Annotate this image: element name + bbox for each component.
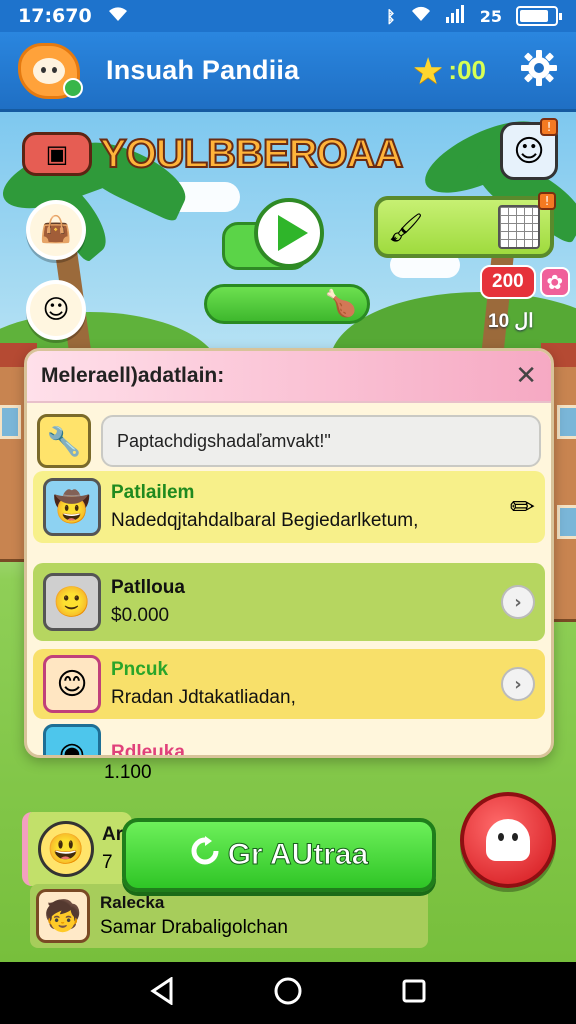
list-item[interactable]: ◉ Rdleuka — [33, 723, 545, 758]
brush-icon: 🖌 — [388, 210, 424, 244]
list-item-name: Ralecka — [100, 893, 165, 912]
pet-face-icon: ☺ — [42, 295, 70, 325]
list-item-desc: Samar Drabaligolchan — [100, 917, 288, 938]
cowboy-avatar-icon: 🤠 — [43, 478, 101, 536]
tools-card[interactable]: 🖌 — [374, 196, 554, 258]
tools-notification-badge: ! — [538, 192, 556, 210]
battery-icon — [516, 6, 562, 26]
counter-badge[interactable]: 200 ✿ — [480, 264, 570, 300]
settings-gear-icon[interactable] — [520, 49, 558, 93]
data-indicator: 25 — [479, 6, 502, 26]
list-item-value: 1.100 — [104, 762, 152, 783]
back-nav-icon[interactable] — [149, 976, 175, 1009]
status-time: 17:670 — [18, 5, 92, 27]
ghost-icon — [486, 819, 530, 861]
game-scene: ▣ YOULBBEROAA ☺ ! 👜 ☺ 🍗 🖌 ! 200 ✿ 10 ال … — [0, 112, 576, 962]
vibrate-icon: ᛔ — [386, 6, 396, 26]
list-item-desc: Nadedqjtahdalbaral Begiedarlketum, — [111, 510, 419, 531]
pet-button[interactable]: ☺ — [26, 280, 86, 340]
wifi-icon — [106, 5, 130, 28]
counter-value: 200 — [480, 265, 536, 299]
bag-icon: 👜 — [39, 215, 73, 245]
status-right: ᛔ 25 — [386, 5, 562, 27]
list-item[interactable]: 😃 Ar 7 — [22, 812, 132, 886]
small-label: 10 ال — [488, 311, 534, 332]
treasure-chest-button[interactable]: ▣ — [22, 132, 92, 176]
app-logo-icon[interactable] — [18, 42, 83, 99]
bag-button[interactable]: 👜 — [26, 200, 86, 260]
list-item[interactable]: 😊 Pncuk Rradan Jdtakatliadan, › — [33, 649, 545, 719]
list-item-name: Rdleuka — [111, 742, 185, 758]
game-title: YOULBBEROAA — [99, 131, 404, 177]
boy-avatar-icon: 🙂 — [43, 573, 101, 631]
list-item[interactable]: 🧒 Ralecka Samar Drabaligolchan — [30, 884, 428, 948]
coin-value: :00 — [448, 55, 486, 85]
cta-label: Gr AUtraa — [227, 838, 369, 872]
home-nav-icon[interactable] — [273, 976, 303, 1010]
chevron-right-icon[interactable]: › — [501, 585, 535, 619]
drumstick-icon: 🍗 — [324, 289, 357, 319]
star-icon: ★ — [413, 52, 443, 89]
list-item[interactable]: 🙂 Patlloua $0.000 › — [33, 563, 545, 641]
drumstick-button[interactable]: 🍗 — [204, 284, 370, 324]
list-item-name: Patlloua — [111, 577, 185, 598]
close-icon[interactable]: ✕ — [515, 361, 537, 391]
list-item-name: Patlailem — [111, 482, 195, 503]
kid-avatar-icon: 🧒 — [36, 889, 90, 943]
farmer-avatar-icon: 😃 — [38, 821, 94, 877]
modal-title: Meleraell)adatlain: — [41, 364, 225, 387]
calendar-icon — [498, 205, 540, 249]
notification-badge: ! — [540, 118, 558, 136]
app-title: Insuah Pandiia — [106, 55, 300, 85]
flower-icon: ✿ — [539, 267, 570, 297]
modal-header: Meleraell)adatlain: ✕ — [27, 351, 551, 403]
signal-icon — [445, 5, 466, 27]
list-item[interactable]: 🤠 Patlailem Nadedqjtahdalbaral Begiedarl… — [33, 471, 545, 543]
info-modal: Meleraell)adatlain: ✕ 🔧 Paptachdigshadaľ… — [24, 348, 554, 758]
girl-avatar-icon: 😊 — [43, 655, 101, 713]
wrench-icon[interactable]: 🔧 — [37, 414, 91, 468]
play-icon — [278, 215, 308, 251]
status-bar: 17:670 ᛔ 25 — [0, 0, 576, 32]
list-item-desc: 7 — [102, 852, 113, 873]
list-item-name: Ar — [102, 824, 124, 845]
recents-nav-icon[interactable] — [401, 978, 427, 1008]
play-button[interactable] — [254, 198, 324, 268]
wifi-icon-right — [410, 6, 432, 26]
app-header: Insuah Pandiia ★ :00 — [0, 32, 576, 112]
ghost-action-button[interactable] — [460, 792, 556, 888]
list-item-desc: Rradan Jdtakatliadan, — [111, 687, 296, 708]
camera-icon: ◉ — [43, 724, 101, 755]
system-nav-bar — [0, 962, 576, 1024]
chevron-right-icon[interactable]: › — [501, 667, 535, 701]
refresh-icon — [190, 836, 220, 874]
list-item-name: Pncuk — [111, 659, 169, 680]
primary-cta-button[interactable]: Gr AUtraa — [122, 818, 436, 892]
search-row: 🔧 Paptachdigshadaľamvakt!" — [37, 413, 541, 469]
search-input[interactable]: Paptachdigshadaľamvakt!" — [101, 415, 541, 467]
pencil-icon: ✏ — [509, 489, 535, 525]
list-item-desc: $0.000 — [111, 605, 170, 626]
coin-counter[interactable]: ★ :00 — [414, 52, 486, 90]
